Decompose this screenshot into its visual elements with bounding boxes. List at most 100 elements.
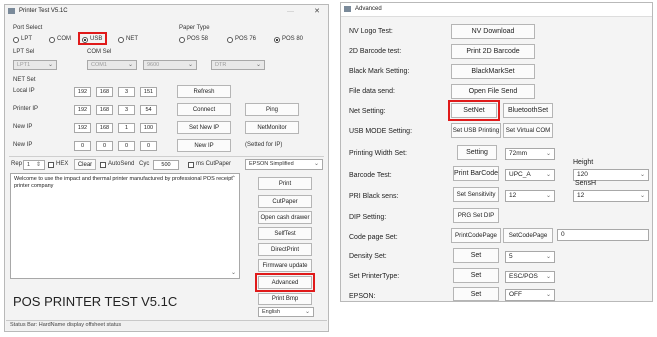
refresh-button[interactable]: Refresh	[177, 85, 231, 98]
code-page-input[interactable]: 0	[557, 229, 649, 241]
firmware-update-button[interactable]: Firmware update	[258, 259, 312, 272]
advanced-window-title: Advanced	[355, 6, 382, 12]
radio-pos76[interactable]	[227, 37, 233, 43]
ping-button[interactable]: Ping	[245, 103, 299, 116]
auto-send-label: AutoSend	[108, 161, 135, 167]
new-ip-button[interactable]: New IP	[177, 139, 231, 152]
flow-dropdown[interactable]: DTR ⌄	[211, 60, 265, 70]
nv-download-button[interactable]: NV Download	[451, 24, 535, 39]
radio-pos80-label: POS 80	[282, 36, 304, 42]
command-mode-dropdown[interactable]: EPSON Simplified ⌄	[245, 159, 323, 170]
print-2d-barcode-button[interactable]: Print 2D Barcode	[451, 44, 535, 59]
sensh-dropdown[interactable]: 12 ⌄	[573, 190, 649, 202]
radio-pos58[interactable]	[179, 37, 185, 43]
ip-octet[interactable]: 192	[74, 87, 91, 97]
ip-octet[interactable]: 0	[74, 141, 91, 151]
scroll-down-icon[interactable]: ⌄	[231, 270, 236, 277]
baud-dropdown[interactable]: 9600 ⌄	[143, 60, 197, 70]
radio-lpt[interactable]	[13, 37, 19, 43]
close-button[interactable]: ✕	[314, 5, 320, 18]
self-test-button[interactable]: SelfTest	[258, 227, 312, 240]
clear-button[interactable]: Clear	[74, 159, 96, 170]
minimize-button[interactable]: —	[287, 5, 294, 18]
printing-width-setting-button[interactable]: Setting	[457, 145, 497, 160]
printing-width-dropdown[interactable]: 72mm ⌄	[505, 148, 555, 160]
cut-paper-button[interactable]: CutPaper	[258, 195, 312, 208]
radio-net[interactable]	[118, 37, 124, 43]
cyc-input[interactable]: 500	[153, 160, 179, 170]
radio-com[interactable]	[49, 37, 55, 43]
bluetooth-set-button[interactable]: BluetoothSet	[503, 103, 553, 118]
printer-ip-label: Printer IP	[13, 106, 39, 112]
send-text-content: Welcome to use the impact and thermal pr…	[14, 176, 233, 189]
status-bar: Status Bar: HardName display offsheet st…	[6, 320, 327, 330]
ip-octet[interactable]: 1	[118, 123, 135, 133]
cyc-label: Cyc	[139, 161, 150, 167]
hex-checkbox[interactable]	[48, 162, 54, 168]
ip-octet[interactable]: 100	[140, 123, 157, 133]
divider	[9, 156, 324, 157]
status-text: Status Bar: HardName display offsheet st…	[10, 322, 122, 328]
lpt-dropdown[interactable]: LPT1 ⌄	[13, 60, 57, 70]
prg-set-dip-button[interactable]: PRG Set DIP	[453, 208, 499, 223]
connect-button[interactable]: Connect	[177, 103, 231, 116]
radio-pos80[interactable]	[274, 37, 280, 43]
ip-octet[interactable]: 54	[140, 105, 157, 115]
open-cash-drawer-button[interactable]: Open cash drawer	[258, 211, 312, 224]
set-code-page-button[interactable]: SetCodePage	[503, 228, 553, 243]
local-ip-label: Local IP	[13, 88, 35, 94]
print-code-page-button[interactable]: PrintCodePage	[451, 228, 501, 243]
send-text-area[interactable]: Welcome to use the impact and thermal pr…	[10, 173, 240, 279]
sensitivity-dropdown[interactable]: 12 ⌄	[505, 190, 555, 202]
density-label: Density Set:	[349, 253, 387, 260]
radio-pos76-label: POS 76	[235, 36, 257, 42]
ip-octet[interactable]: 3	[118, 87, 135, 97]
ip-octet[interactable]: 0	[140, 141, 157, 151]
radio-net-label: NET	[126, 36, 138, 42]
com-sel-label: COM Sel	[87, 49, 112, 55]
radio-lpt-label: LPT	[21, 36, 33, 42]
rep-spinner[interactable]: 1 ⇕	[23, 160, 45, 170]
file-data-label: File data send:	[349, 88, 395, 95]
print-barcode-button[interactable]: Print BarCode	[453, 166, 499, 181]
density-set-button[interactable]: Set	[453, 248, 499, 263]
epson-dropdown[interactable]: OFF ⌄	[505, 289, 555, 301]
density-dropdown[interactable]: 5 ⌄	[505, 251, 555, 263]
set-virtual-com-button[interactable]: Set Virtual COM	[503, 123, 553, 138]
pri-black-sens-label: PRI Black sens:	[349, 193, 399, 200]
ms-cutpaper-label: ms CutPaper	[196, 161, 232, 167]
auto-send-checkbox[interactable]	[100, 162, 106, 168]
scroll-up-icon[interactable]: ⌃	[231, 176, 236, 183]
printer-type-set-button[interactable]: Set	[453, 268, 499, 283]
printing-width-label: Printing Width Set:	[349, 150, 407, 157]
dip-setting-label: DIP Setting:	[349, 214, 387, 221]
net-setting-label: Net Setting:	[349, 108, 386, 115]
ip-octet[interactable]: 168	[96, 87, 113, 97]
epson-set-button[interactable]: Set	[453, 287, 499, 301]
ip-octet[interactable]: 3	[118, 105, 135, 115]
ip-octet[interactable]: 0	[96, 141, 113, 151]
print-bmp-button[interactable]: Print Bmp	[258, 293, 312, 305]
print-button[interactable]: Print	[258, 177, 312, 190]
ip-octet[interactable]: 168	[96, 105, 113, 115]
barcode-type-dropdown[interactable]: UPC_A ⌄	[505, 169, 555, 181]
set-usb-printing-button[interactable]: Set USB Printing	[451, 123, 501, 138]
radio-pos58-label: POS 58	[187, 36, 209, 42]
open-file-send-button[interactable]: Open File Send	[451, 84, 535, 99]
direct-print-button[interactable]: DirectPrint	[258, 243, 312, 256]
black-mark-set-button[interactable]: BlackMarkSet	[451, 64, 535, 79]
ip-octet[interactable]: 0	[118, 141, 135, 151]
set-new-ip-button[interactable]: Set New IP	[177, 121, 231, 134]
language-dropdown[interactable]: English ⌄	[258, 307, 314, 317]
ip-octet[interactable]: 151	[140, 87, 157, 97]
ip-octet[interactable]: 192	[74, 105, 91, 115]
net-monitor-button[interactable]: NetMonitor	[245, 121, 299, 134]
com-dropdown[interactable]: COM1 ⌄	[87, 60, 137, 70]
ip-octet[interactable]: 168	[96, 123, 113, 133]
ip-octet[interactable]: 192	[74, 123, 91, 133]
sensh-label: SensH	[575, 180, 597, 187]
set-sensitivity-button[interactable]: Set Sensitivity	[453, 187, 499, 202]
advanced-title-bar: Advanced	[341, 3, 652, 17]
printer-type-dropdown[interactable]: ESC/POS ⌄	[505, 271, 555, 283]
printer-type-label: Set PrinterType:	[349, 273, 400, 280]
